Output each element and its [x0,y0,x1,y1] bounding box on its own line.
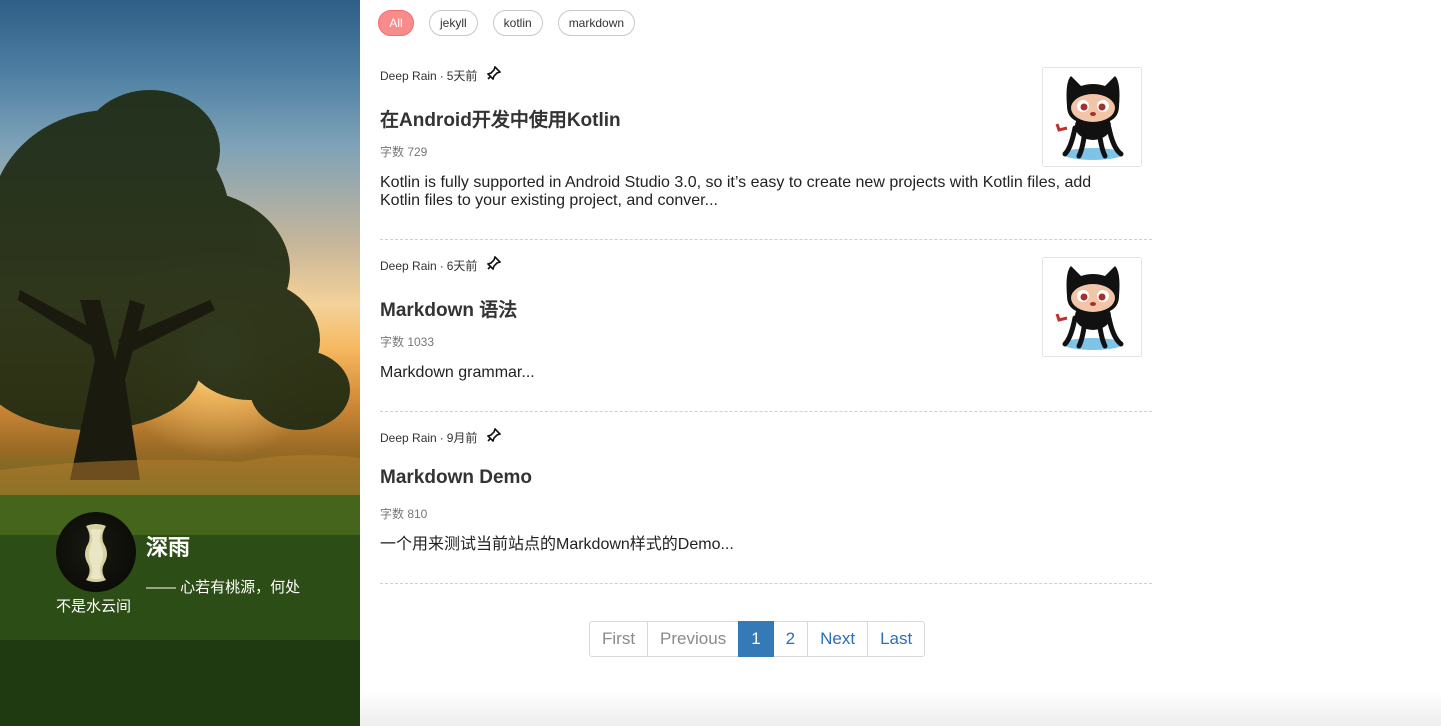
next-page-button[interactable]: Next [807,621,869,657]
pagination: First Previous 1 2 Next Last [589,621,926,657]
post-excerpt: Markdown grammar... [380,364,535,381]
page-1-button[interactable]: 1 [738,621,774,657]
post-thumbnail[interactable] [1042,257,1142,357]
meta-separator: · [439,430,444,445]
bottom-shadow [360,690,1441,726]
post-excerpt: 一个用来测试当前站点的Markdown样式的Demo... [380,536,734,553]
meta-separator: · [439,258,444,273]
tag-kotlin[interactable]: kotlin [492,10,543,36]
tag-markdown[interactable]: markdown [557,10,636,36]
post-item: Deep Rain · 9月前 Markdown Demo 字数 810 一个用… [380,427,1152,584]
profile-motto: —— 心若有桃源，何处不是水云间 [56,579,301,615]
octocat-icon [1055,76,1124,160]
tag-all[interactable]: All [378,10,414,36]
previous-page-button[interactable]: Previous [647,621,740,657]
post-title[interactable]: Markdown 语法 [380,295,517,322]
post-author[interactable]: Deep Rain [380,259,437,273]
post-title[interactable]: Markdown Demo [380,467,532,489]
post-excerpt: Kotlin is fully supported in Android Stu… [380,174,1092,209]
post-time: 6天前 [446,259,478,273]
tree-background-image [0,90,360,726]
pin-icon [487,65,502,80]
pin-icon [487,255,502,270]
post-meta: Deep Rain · 5天前 [380,65,502,84]
sidebar: 深雨 —— 心若有桃源，何处不是水云间 [0,0,360,726]
post-author[interactable]: Deep Rain [380,69,437,83]
octocat-icon [1055,266,1124,350]
tag-jekyll[interactable]: jekyll [429,10,478,36]
post-word-count: 字数 729 [380,145,428,159]
post-item: Deep Rain · 5天前 在Android开发中使用Kotlin 字数 7… [380,65,1152,240]
page-2-button[interactable]: 2 [772,621,809,657]
post-title[interactable]: 在Android开发中使用Kotlin [380,105,621,132]
tag-filter-bar: All jekyll kotlin markdown [378,10,636,36]
post-meta: Deep Rain · 9月前 [380,427,502,446]
meta-separator: · [439,68,444,83]
last-page-button[interactable]: Last [867,621,926,657]
post-time: 5天前 [446,69,478,83]
post-meta: Deep Rain · 6天前 [380,255,502,274]
profile-name: 深雨 [146,535,191,560]
post-word-count: 字数 810 [380,507,428,521]
post-time: 9月前 [446,431,478,445]
post-word-count: 字数 1033 [380,335,435,349]
post-thumbnail[interactable] [1042,67,1142,167]
first-page-button[interactable]: First [589,621,649,657]
pin-icon [487,427,502,442]
post-item: Deep Rain · 6天前 Markdown 语法 字数 1033 Mark… [380,255,1152,412]
post-author[interactable]: Deep Rain [380,431,437,445]
